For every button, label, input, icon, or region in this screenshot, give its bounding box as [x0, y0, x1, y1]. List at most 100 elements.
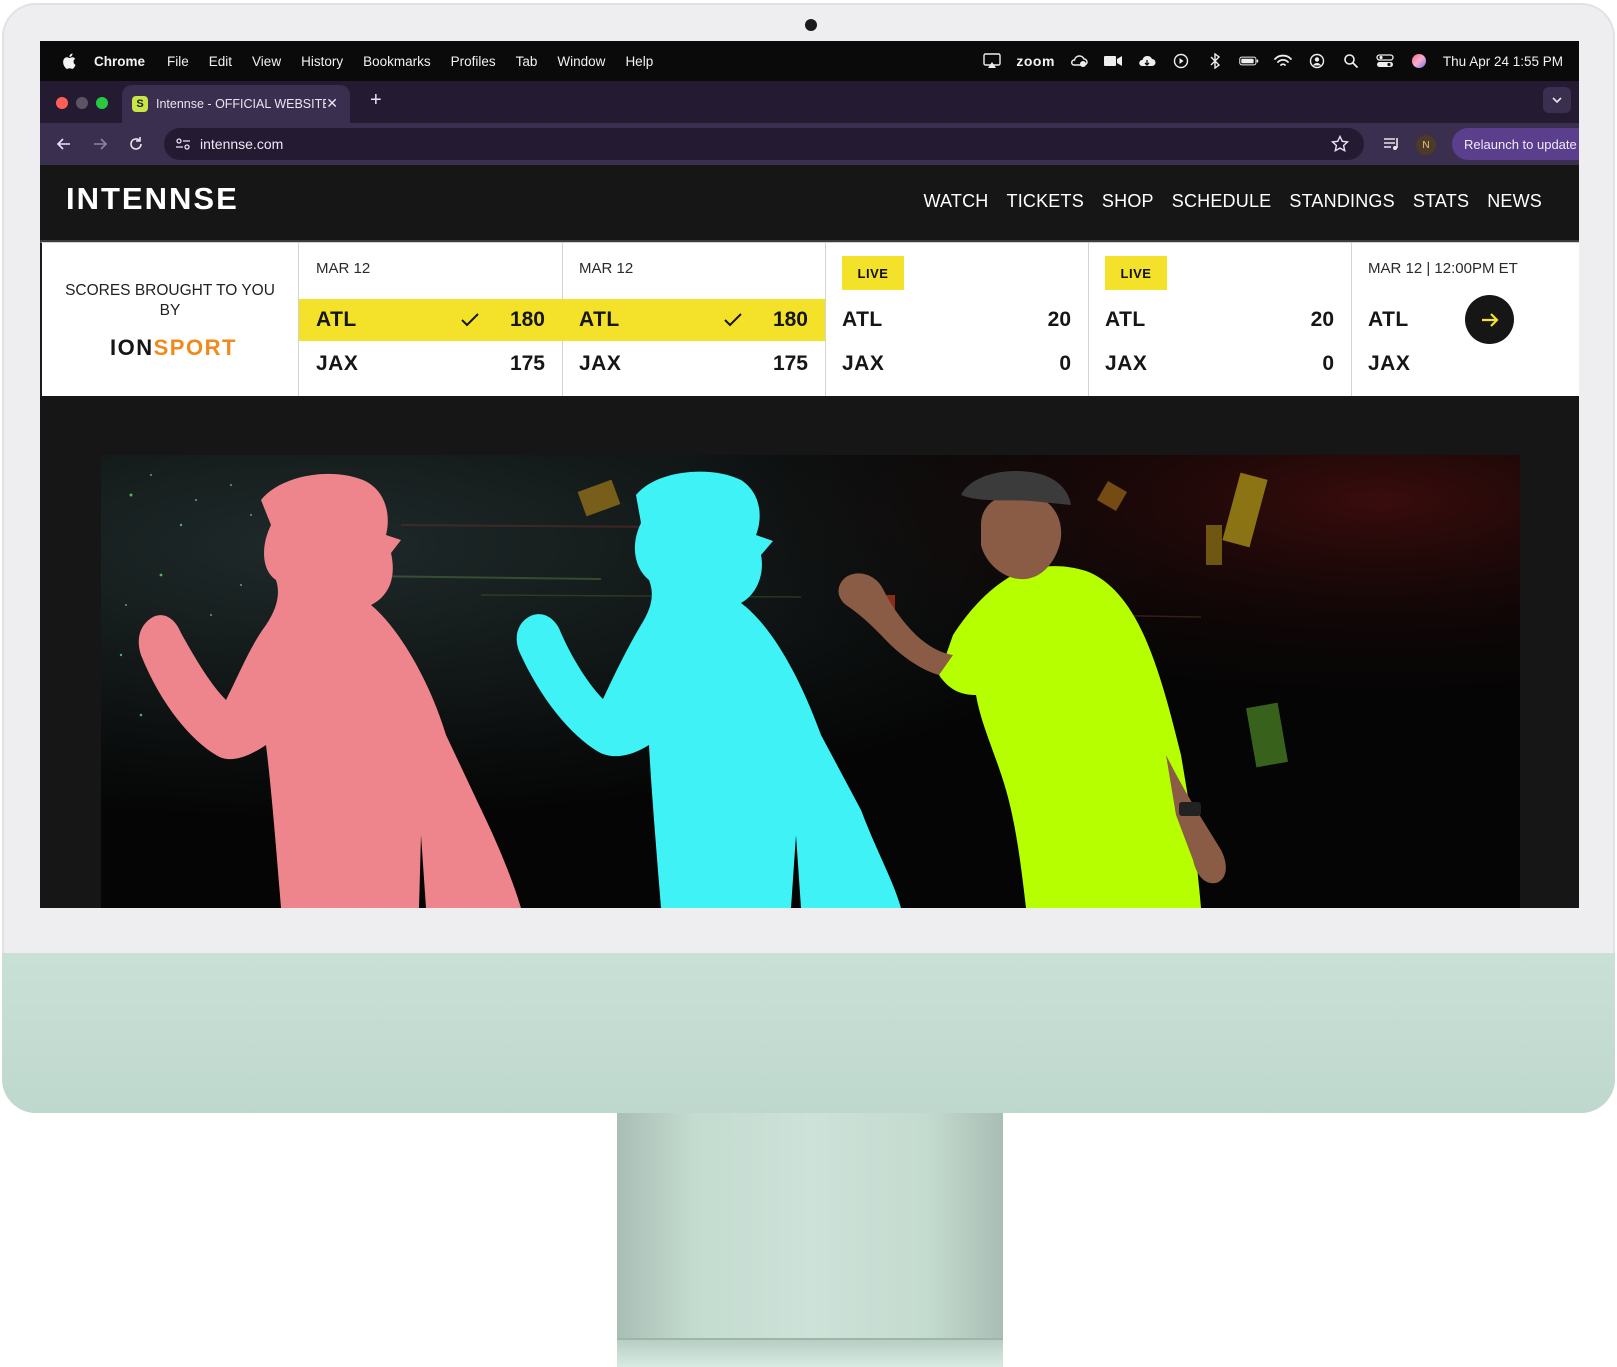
- team-score: 175: [509, 352, 545, 375]
- site-nav: WATCH TICKETS SHOP SCHEDULE STANDINGS ST…: [924, 191, 1542, 212]
- next-arrow-button[interactable]: [1465, 295, 1514, 344]
- address-bar[interactable]: intennse.com: [164, 128, 1364, 160]
- live-badge: LIVE: [1105, 256, 1167, 290]
- menu-view[interactable]: View: [252, 54, 281, 69]
- menu-profiles[interactable]: Profiles: [451, 54, 496, 69]
- status-area: zoom Thu Apr 24 1:55 PM: [982, 41, 1563, 81]
- hero-image[interactable]: [101, 455, 1520, 908]
- game-card[interactable]: MAR 12 ATL 180 JAX 175: [562, 243, 826, 396]
- team-name: JAX: [842, 352, 885, 375]
- team-row: JAX 175: [299, 343, 562, 385]
- tab-search-chevron-icon[interactable]: [1543, 87, 1571, 113]
- game-date: MAR 12: [579, 260, 634, 277]
- hero-illustration: [101, 455, 1520, 908]
- browser-tab-active[interactable]: S Intennse - OFFICIAL WEBSITE ✕: [122, 85, 350, 123]
- site-info-icon[interactable]: [174, 135, 192, 153]
- team-name: ATL: [842, 308, 883, 331]
- team-name: ATL: [1105, 308, 1146, 331]
- game-date: MAR 12: [316, 260, 371, 277]
- site-header: INTENNSE WATCH TICKETS SHOP SCHEDULE STA…: [40, 165, 1579, 242]
- game-card-live[interactable]: LIVE ATL 20 JAX 0: [1088, 243, 1352, 396]
- bookmark-star-icon[interactable]: [1330, 134, 1350, 154]
- url-text[interactable]: intennse.com: [200, 136, 283, 152]
- tab-close-icon[interactable]: ✕: [326, 95, 338, 112]
- screen-mirroring-icon[interactable]: [982, 53, 1002, 69]
- relaunch-label: Relaunch to update: [1464, 136, 1577, 152]
- menu-bookmarks[interactable]: Bookmarks: [363, 54, 431, 69]
- camera-status-icon[interactable]: [1103, 53, 1123, 69]
- menu-tab[interactable]: Tab: [516, 54, 538, 69]
- siri-icon[interactable]: [1409, 53, 1429, 69]
- battery-icon[interactable]: [1239, 53, 1259, 69]
- menu-edit[interactable]: Edit: [209, 54, 232, 69]
- apple-icon[interactable]: [60, 51, 80, 71]
- cloud-sync-icon[interactable]: [1069, 53, 1089, 69]
- team-name: ATL: [316, 308, 357, 331]
- menu-help[interactable]: Help: [625, 54, 653, 69]
- mac-menu-bar: Chrome File Edit View History Bookmarks …: [40, 41, 1579, 81]
- menu-window[interactable]: Window: [557, 54, 605, 69]
- team-score: 20: [1310, 308, 1334, 331]
- team-name: ATL: [1368, 308, 1409, 331]
- team-name: JAX: [1105, 352, 1148, 375]
- imac-stand-foot: [617, 1338, 1003, 1367]
- window-minimize-icon[interactable]: [76, 97, 88, 109]
- menu-app-chrome[interactable]: Chrome: [94, 54, 145, 69]
- game-card-live[interactable]: LIVE ATL 20 JAX 0: [825, 243, 1089, 396]
- profile-avatar[interactable]: N: [1416, 135, 1436, 155]
- game-date: MAR 12 | 12:00PM ET: [1368, 260, 1518, 277]
- forward-arrow-icon[interactable]: [88, 132, 112, 156]
- team-row: JAX 175: [562, 343, 825, 385]
- nav-news[interactable]: NEWS: [1487, 191, 1542, 212]
- tab-title: Intennse - OFFICIAL WEBSITE: [156, 97, 326, 111]
- game-card-upcoming[interactable]: MAR 12 | 12:00PM ET ATL JAX: [1351, 243, 1579, 396]
- team-row-winner: ATL 180: [562, 299, 825, 341]
- sponsor-logo-sport: SPORT: [153, 335, 237, 360]
- team-name: JAX: [579, 352, 622, 375]
- spotlight-search-icon[interactable]: [1341, 53, 1361, 69]
- live-badge: LIVE: [842, 256, 904, 290]
- team-row: JAX 0: [1088, 343, 1351, 385]
- team-score: 20: [1047, 308, 1071, 331]
- bluetooth-icon[interactable]: [1205, 53, 1225, 69]
- team-name: JAX: [316, 352, 359, 375]
- new-tab-icon[interactable]: +: [370, 89, 382, 112]
- window-zoom-icon[interactable]: [96, 97, 108, 109]
- team-row: JAX: [1351, 343, 1579, 385]
- menu-file[interactable]: File: [167, 54, 189, 69]
- nav-tickets[interactable]: TICKETS: [1007, 191, 1084, 212]
- control-center-icon[interactable]: [1375, 53, 1395, 69]
- team-score: 0: [1322, 352, 1334, 375]
- game-card[interactable]: MAR 12 ATL 180 JAX 175: [299, 243, 563, 396]
- camera-icon: [805, 19, 817, 31]
- nav-shop[interactable]: SHOP: [1102, 191, 1154, 212]
- nav-stats[interactable]: STATS: [1413, 191, 1469, 212]
- menu-history[interactable]: History: [301, 54, 343, 69]
- relaunch-button[interactable]: Relaunch to update ⋮: [1452, 128, 1579, 160]
- media-controls-icon[interactable]: [1382, 134, 1402, 154]
- site-logo[interactable]: INTENNSE: [66, 181, 239, 217]
- website: INTENNSE WATCH TICKETS SHOP SCHEDULE STA…: [40, 165, 1579, 908]
- nav-standings[interactable]: STANDINGS: [1289, 191, 1394, 212]
- zoom-status[interactable]: zoom: [1016, 53, 1055, 69]
- nav-schedule[interactable]: SCHEDULE: [1172, 191, 1272, 212]
- user-account-icon[interactable]: [1307, 53, 1327, 69]
- winner-check-icon: [724, 313, 742, 327]
- team-name: ATL: [579, 308, 620, 331]
- team-row-winner: ATL 180: [299, 299, 562, 341]
- play-circle-icon[interactable]: [1171, 53, 1191, 69]
- window-close-icon[interactable]: [56, 97, 68, 109]
- team-name: JAX: [1368, 352, 1411, 375]
- nav-watch[interactable]: WATCH: [924, 191, 989, 212]
- reload-icon[interactable]: [124, 132, 148, 156]
- screen: Chrome File Edit View History Bookmarks …: [40, 41, 1579, 908]
- team-score: 0: [1059, 352, 1071, 375]
- team-score: 180: [509, 308, 545, 331]
- icloud-icon[interactable]: [1137, 53, 1157, 69]
- sponsor-panel: SCORES BROUGHT TO YOU BY IONSPORT: [42, 243, 299, 396]
- wifi-icon[interactable]: [1273, 53, 1293, 69]
- sponsor-logo[interactable]: IONSPORT: [110, 335, 237, 361]
- clock[interactable]: Thu Apr 24 1:55 PM: [1443, 54, 1563, 69]
- winner-check-icon: [461, 313, 479, 327]
- back-arrow-icon[interactable]: [52, 132, 76, 156]
